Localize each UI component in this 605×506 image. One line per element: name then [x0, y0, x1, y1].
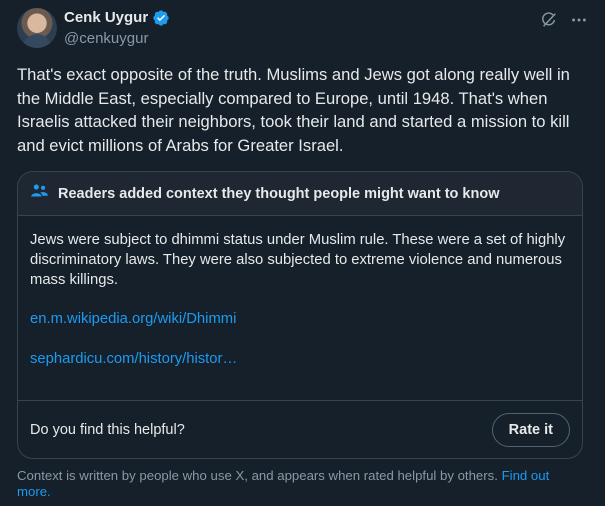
verified-badge-icon [152, 9, 170, 27]
avatar-figure [23, 34, 51, 48]
rating-row: Do you find this helpful? Rate it [18, 400, 582, 458]
community-note-header: Readers added context they thought peopl… [18, 172, 582, 216]
note-source-link-2[interactable]: sephardicu.com/history/histor… [30, 349, 570, 369]
context-disclaimer: Context is written by people who use X, … [17, 468, 577, 500]
community-note-title: Readers added context they thought peopl… [58, 185, 500, 202]
helpful-question: Do you find this helpful? [30, 421, 185, 438]
grok-icon[interactable] [539, 10, 559, 30]
author-display-name[interactable]: Cenk Uygur [64, 8, 148, 28]
more-options-icon[interactable] [569, 10, 589, 30]
author-handle[interactable]: @cenkuygur [64, 29, 148, 49]
people-icon [30, 183, 49, 204]
tweet-header: Cenk Uygur @cenkuygur [17, 8, 589, 48]
community-note: Readers added context they thought peopl… [17, 171, 583, 459]
tweet-actions [539, 10, 589, 30]
name-row: Cenk Uygur [64, 8, 170, 28]
rate-it-button[interactable]: Rate it [491, 412, 570, 447]
avatar[interactable] [17, 8, 57, 48]
community-note-body: Jews were subject to dhimmi status under… [18, 216, 582, 369]
community-note-text: Jews were subject to dhimmi status under… [30, 232, 566, 288]
tweet-text: That's exact opposite of the truth. Musl… [17, 65, 570, 155]
note-source-link-1[interactable]: en.m.wikipedia.org/wiki/Dhimmi [30, 309, 570, 329]
context-disclaimer-text: Context is written by people who use X, … [17, 468, 498, 483]
